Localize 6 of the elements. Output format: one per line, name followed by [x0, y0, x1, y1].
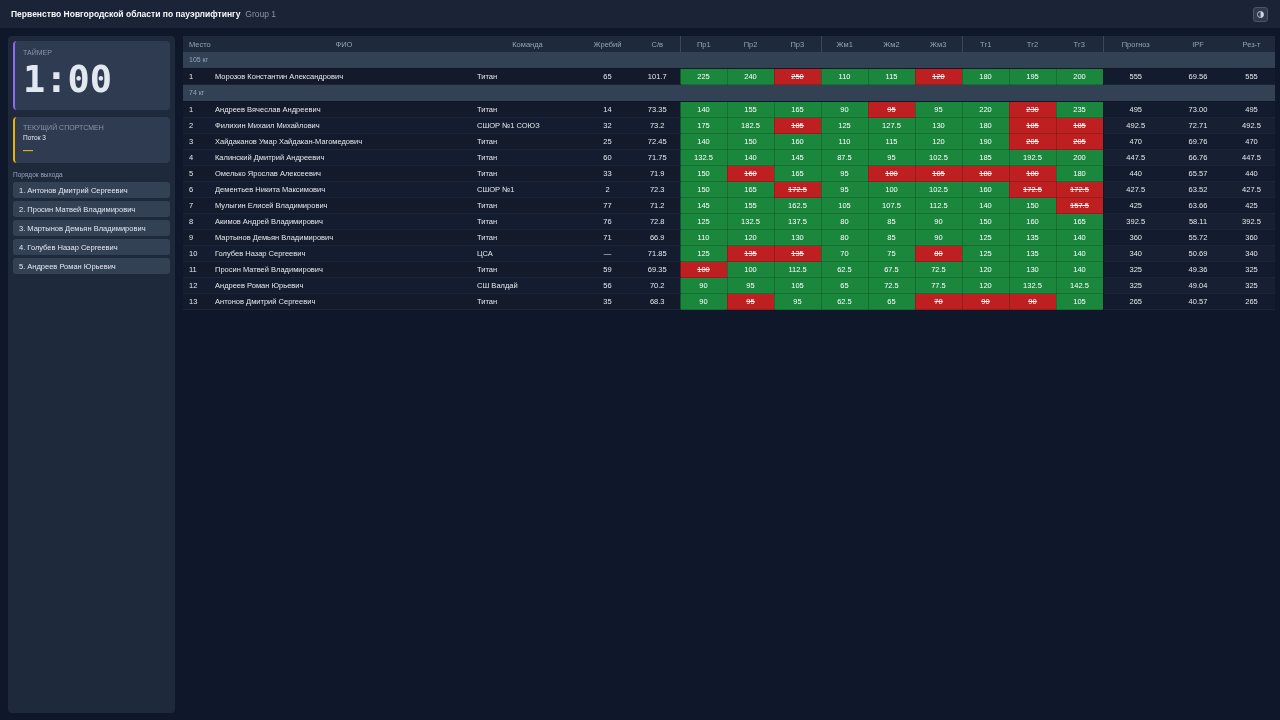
- timer-value: 1:00: [23, 59, 113, 101]
- theme-toggle-button[interactable]: [1253, 6, 1268, 22]
- contrast-icon: [1257, 10, 1264, 18]
- page-title: Первенство Новгородской области по пауэрлифтингу: [11, 9, 241, 19]
- group-label: Group 1: [245, 9, 277, 19]
- current-athlete-name: —: [23, 145, 33, 156]
